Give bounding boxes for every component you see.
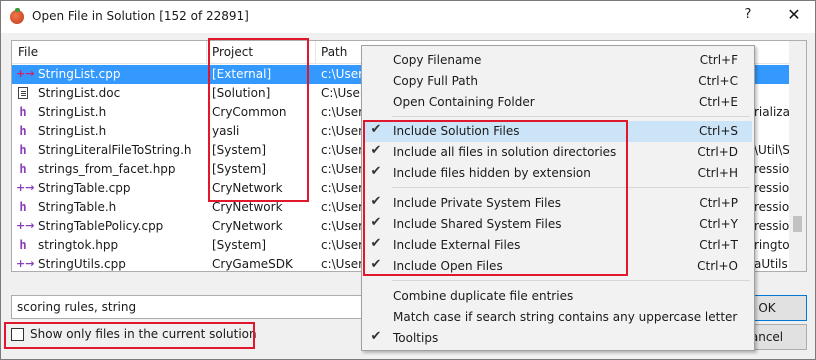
menu-item-label: Tooltips xyxy=(393,331,439,345)
menu-item[interactable]: ✔ Include Private System Files Ctrl+P xyxy=(364,193,752,214)
path-tail-cell: \Util\S xyxy=(754,143,790,157)
file-name-cell: StringList.cpp xyxy=(38,67,121,81)
cpp-icon: +→ xyxy=(16,219,35,232)
close-button[interactable]: ✕ xyxy=(784,5,804,24)
project-cell: [System] xyxy=(212,238,267,252)
cpp-icon: +→ xyxy=(16,181,35,194)
project-cell: CryNetwork xyxy=(212,200,283,214)
menu-item-label: Include Shared System Files xyxy=(393,217,562,231)
column-header-file[interactable]: File xyxy=(18,45,38,59)
menu-item[interactable]: Match case if search string contains any… xyxy=(364,307,752,328)
file-name-cell: StringList.h xyxy=(38,124,107,138)
path-tail-cell: aUtils xyxy=(754,257,788,271)
cpp-icon: +→ xyxy=(16,257,35,270)
column-divider[interactable] xyxy=(206,41,207,64)
menu-item[interactable]: Open Containing Folder Ctrl+E xyxy=(364,92,752,113)
h-icon: h xyxy=(19,105,27,119)
window-title: Open File in Solution [152 of 22891] xyxy=(32,9,249,23)
menu-separator xyxy=(392,280,750,281)
project-cell: CryGameSDK xyxy=(212,257,293,271)
menu-item[interactable]: ✔ Include files hidden by extension Ctrl+H xyxy=(364,163,752,184)
checkmark-icon: ✔ xyxy=(370,194,382,209)
context-menu: Copy Filename Ctrl+F Copy Full Path Ctrl+C O… xyxy=(361,45,755,351)
menu-item[interactable]: ✔ Include Shared System Files Ctrl+Y xyxy=(364,214,752,235)
menu-item-label: Copy Full Path xyxy=(393,74,478,88)
h-icon: h xyxy=(19,124,27,138)
open-file-dialog: Open File in Solution [152 of 22891] ? ✕… xyxy=(0,0,816,360)
menu-item[interactable]: Copy Full Path Ctrl+C xyxy=(364,71,752,92)
project-cell: yasli xyxy=(212,124,240,138)
h-icon: h xyxy=(19,200,27,214)
checkmark-icon: ✔ xyxy=(370,329,382,344)
file-name-cell: StringTablePolicy.cpp xyxy=(38,219,164,233)
column-header-project[interactable]: Project xyxy=(212,45,253,59)
cpp-icon: +→ xyxy=(16,67,35,80)
title-bar: Open File in Solution [152 of 22891] ? ✕ xyxy=(1,1,815,33)
menu-item-shortcut: Ctrl+C xyxy=(698,74,738,88)
menu-item[interactable]: ✔ Include External Files Ctrl+T xyxy=(364,235,752,256)
menu-item[interactable]: ✔ Include all files in solution directori… xyxy=(364,142,752,163)
project-cell: [Solution] xyxy=(212,86,271,100)
file-name-cell: StringTable.cpp xyxy=(38,181,131,195)
menu-item-label: Include Solution Files xyxy=(393,124,520,138)
menu-item-shortcut: Ctrl+E xyxy=(699,95,738,109)
menu-item[interactable]: ✔ Tooltips xyxy=(364,328,752,349)
scrollbar-thumb[interactable] xyxy=(793,216,802,232)
menu-item[interactable]: Copy Filename Ctrl+F xyxy=(364,50,752,71)
menu-item-shortcut: Ctrl+Y xyxy=(699,217,738,231)
menu-separator xyxy=(392,187,750,188)
file-name-cell: StringTable.h xyxy=(38,200,117,214)
menu-item-label: Include Private System Files xyxy=(393,196,562,210)
h-icon: h xyxy=(19,162,27,176)
menu-item-label: Open Containing Folder xyxy=(393,95,535,109)
menu-item-shortcut: Ctrl+S xyxy=(698,124,738,138)
checkmark-icon: ✔ xyxy=(370,236,382,251)
tomato-app-icon xyxy=(10,8,24,24)
menu-item[interactable]: Combine duplicate file entries xyxy=(364,286,752,307)
menu-item-label: Copy Filename xyxy=(393,53,482,67)
menu-separator xyxy=(392,116,750,117)
project-cell: [System] xyxy=(212,162,267,176)
menu-item-label: Include files hidden by extension xyxy=(393,166,591,180)
menu-item-label: Include Open Files xyxy=(393,259,503,273)
checkmark-icon: ✔ xyxy=(370,257,382,272)
menu-item-label: Include External Files xyxy=(393,238,521,252)
project-cell: CryNetwork xyxy=(212,219,283,233)
menu-item-label: Match case if search string contains any… xyxy=(393,310,738,324)
project-cell: [External] xyxy=(212,67,272,81)
file-name-cell: StringList.doc xyxy=(38,86,121,100)
menu-item[interactable]: ✔ Include Open Files Ctrl+O xyxy=(364,256,752,277)
checkmark-icon: ✔ xyxy=(370,143,382,158)
file-name-cell: StringUtils.cpp xyxy=(38,257,126,271)
menu-item-shortcut: Ctrl+T xyxy=(699,238,738,252)
checkmark-icon: ✔ xyxy=(370,122,382,137)
project-cell: CryNetwork xyxy=(212,181,283,195)
menu-item[interactable]: ✔ Include Solution Files Ctrl+S xyxy=(364,121,752,142)
menu-item-shortcut: Ctrl+H xyxy=(697,166,738,180)
h-icon: h xyxy=(19,238,27,252)
file-name-cell: StringList.h xyxy=(38,105,107,119)
help-button[interactable]: ? xyxy=(738,7,758,22)
project-cell: CryCommon xyxy=(212,105,287,119)
vertical-scrollbar[interactable] xyxy=(789,41,806,271)
checkmark-icon: ✔ xyxy=(370,215,382,230)
h-icon: h xyxy=(19,143,27,157)
project-cell: [System] xyxy=(212,143,267,157)
menu-item-shortcut: Ctrl+F xyxy=(699,53,738,67)
checkbox-label[interactable]: Show only files in the current solution xyxy=(30,327,257,341)
file-name-cell: stringtok.hpp xyxy=(38,238,119,252)
menu-item-shortcut: Ctrl+P xyxy=(699,196,738,210)
checkbox-box[interactable] xyxy=(11,328,24,341)
column-header-path[interactable]: Path xyxy=(321,45,347,59)
menu-item-shortcut: Ctrl+D xyxy=(697,145,738,159)
menu-item-label: Combine duplicate file entries xyxy=(393,289,574,303)
file-name-cell: StringLiteralFileToString.h xyxy=(38,143,192,157)
column-divider[interactable] xyxy=(315,41,316,64)
menu-item-shortcut: Ctrl+O xyxy=(697,259,738,273)
file-name-cell: strings_from_facet.hpp xyxy=(38,162,176,176)
doc-icon xyxy=(18,87,28,99)
search-input[interactable]: scoring rules, string xyxy=(11,295,383,319)
menu-item-label: Include all files in solution directorie… xyxy=(393,145,617,159)
checkmark-icon: ✔ xyxy=(370,164,382,179)
